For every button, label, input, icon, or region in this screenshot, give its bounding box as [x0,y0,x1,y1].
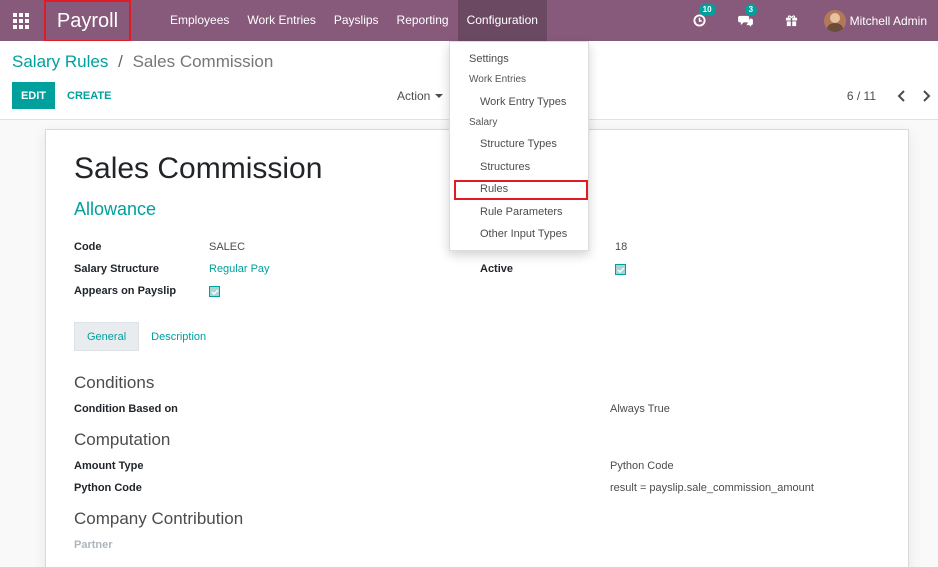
salary-structure-label: Salary Structure [74,263,159,275]
apps-menu-icon[interactable] [8,8,32,32]
amount-type-value: Python Code [610,460,674,472]
menu-item-other-input-types[interactable]: Other Input Types [480,228,567,240]
menu-item-structures[interactable]: Structures [480,161,530,173]
menu-employees[interactable]: Employees [161,0,238,41]
company-contribution-heading: Company Contribution [74,509,244,528]
messages-chat-icon[interactable]: 3 [734,3,758,33]
code-label: Code [74,241,102,253]
form-tabs: General Description [74,322,218,351]
activity-count-badge: 10 [698,3,716,16]
message-count-badge: 3 [744,3,758,16]
amount-type-label: Amount Type [74,460,144,472]
menu-header-salary: Salary [469,117,498,128]
breadcrumb: Salary Rules / Sales Commission [12,52,273,72]
rules-highlight-box [454,180,588,200]
active-label: Active [480,263,514,275]
activity-clock-icon[interactable]: 10 [688,3,716,33]
breadcrumb-current: Sales Commission [132,52,274,71]
code-value: SALEC [209,241,246,253]
menu-item-rules[interactable]: Rules [480,183,508,195]
configuration-dropdown: Settings Work Entries Work Entry Types S… [449,41,589,251]
user-name: Mitchell Admin [849,13,927,28]
computation-heading: Computation [74,430,171,449]
gift-icon[interactable] [780,9,804,33]
appears-on-payslip-label: Appears on Payslip [74,285,177,297]
pager: 6 / 11 [847,82,938,109]
menu-work-entries[interactable]: Work Entries [238,0,324,41]
tab-description[interactable]: Description [139,322,218,351]
condition-based-on-value: Always True [610,403,670,415]
top-navbar: Payroll Employees Work Entries Payslips … [0,0,938,42]
menu-configuration[interactable]: Configuration [457,0,547,41]
rule-category-link[interactable]: Allowance [74,199,156,220]
action-label: Action [397,88,431,103]
condition-based-on-label: Condition Based on [74,403,178,415]
check-icon [617,267,624,273]
edit-button[interactable]: EDIT [12,82,55,109]
menu-header-work-entries: Work Entries [469,74,527,85]
main-menu: Employees Work Entries Payslips Reportin… [161,0,547,41]
pager-next-icon[interactable] [914,84,938,108]
check-icon [211,289,218,295]
menu-item-settings[interactable]: Settings [469,53,509,65]
caret-down-icon [435,93,444,98]
python-code-label: Python Code [74,482,142,494]
salary-structure-link[interactable]: Regular Pay [209,263,270,275]
sequence-value: 18 [615,241,628,253]
create-button[interactable]: CREATE [67,82,111,109]
systray: 10 3 Mitchell Admin [666,0,938,41]
app-brand[interactable]: Payroll [44,0,131,42]
user-menu[interactable]: Mitchell Admin [823,9,938,32]
menu-item-work-entry-types[interactable]: Work Entry Types [480,96,566,108]
pager-value[interactable]: 6 / 11 [847,89,876,103]
avatar [823,9,846,32]
menu-item-rule-parameters[interactable]: Rule Parameters [480,206,563,218]
conditions-heading: Conditions [74,373,155,392]
appears-on-payslip-checkbox[interactable] [209,286,220,297]
breadcrumb-salary-rules[interactable]: Salary Rules [12,52,108,71]
breadcrumb-separator: / [118,52,123,71]
python-code-value: result = payslip.sale_commission_amount [610,482,814,494]
menu-item-structure-types[interactable]: Structure Types [480,138,557,150]
rule-name: Sales Commission [74,152,323,185]
active-checkbox[interactable] [615,264,626,275]
partner-label: Partner [74,539,113,551]
tab-general[interactable]: General [74,322,140,351]
menu-payslips[interactable]: Payslips [325,0,388,41]
menu-reporting[interactable]: Reporting [388,0,458,41]
pager-previous-icon[interactable] [890,84,914,108]
action-dropdown[interactable]: Action [397,82,444,109]
